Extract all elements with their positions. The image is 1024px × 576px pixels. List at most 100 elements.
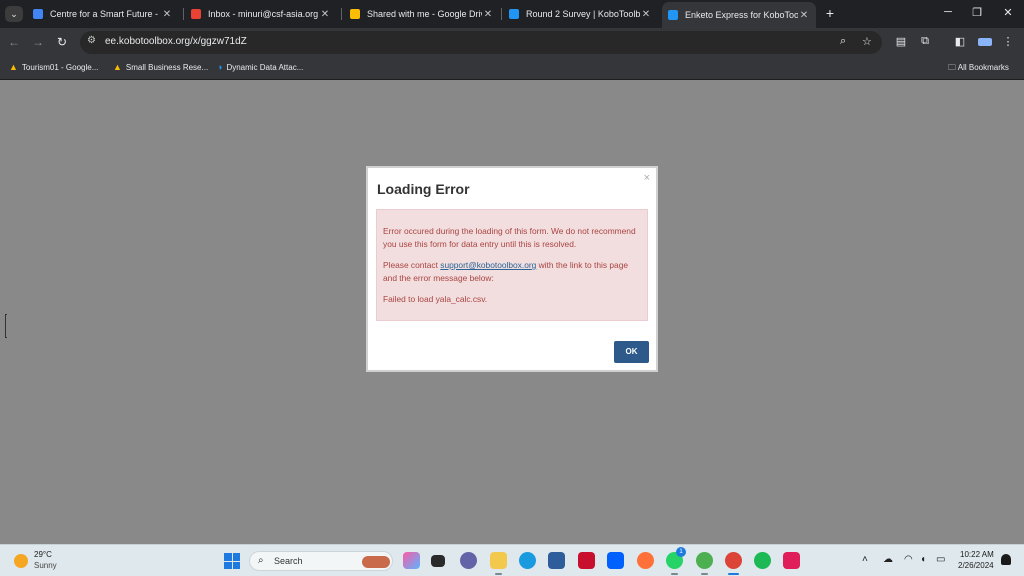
url-text[interactable]: ee.kobotoolbox.org/x/ggzw71dZ [105, 36, 247, 47]
battery-icon[interactable]: ▭ [936, 554, 945, 565]
chrome-icon[interactable] [725, 552, 742, 575]
edge-icon[interactable] [519, 552, 536, 569]
page-viewport: Loading Error × Error occured during the… [0, 80, 1024, 544]
loading-error-dialog: Loading Error × Error occured during the… [366, 166, 658, 372]
mcafee-icon[interactable] [578, 552, 595, 569]
menu-icon[interactable]: ⋮ [1000, 35, 1016, 48]
task-view-icon[interactable] [431, 555, 445, 567]
tab-enketo[interactable]: Enketo Express for KoboToolbo ✕ [662, 2, 816, 28]
contact-message: Please contact support@kobotoolbox.org w… [383, 259, 641, 285]
zoom-icon[interactable]: ⌕ [840, 35, 846, 48]
tab-title: Shared with me - Google Drive [367, 9, 482, 19]
close-icon[interactable]: ✕ [319, 9, 331, 20]
forward-button[interactable]: → [30, 35, 46, 49]
search-label: Search [274, 556, 303, 566]
tab-title: Round 2 Survey | KoboToolbox [526, 9, 640, 19]
bookmark-small-business[interactable]: ▲ Small Business Rese... [113, 62, 208, 72]
kobo-icon [668, 10, 678, 20]
google-drive-icon [350, 9, 360, 19]
weather-condition: Sunny [34, 561, 57, 570]
arrow-left-icon: ← [8, 35, 20, 49]
tab-strip: ⌄ Centre for a Smart Future - Cale ✕ Inb… [0, 0, 1024, 28]
error-message: Error occured during the loading of this… [383, 226, 636, 249]
store-icon[interactable] [548, 552, 565, 569]
contact-prefix: Please contact [383, 260, 441, 270]
all-bookmarks-button[interactable]: 🗀 All Bookmarks [948, 62, 1009, 76]
bookmark-tourism01[interactable]: ▲ Tourism01 - Google... [9, 62, 98, 72]
kobo-icon: ◑ [217, 62, 223, 72]
chevron-up-icon[interactable]: ˄ [862, 554, 868, 565]
back-button[interactable]: ← [6, 35, 22, 49]
close-icon[interactable]: ✕ [482, 9, 494, 20]
gmail-icon [191, 9, 201, 19]
tab-title: Enketo Express for KoboToolbo [685, 10, 798, 20]
search-highlight-image [362, 556, 390, 568]
dropbox-icon[interactable] [607, 552, 624, 569]
side-panel-icon[interactable]: ◧ [952, 35, 968, 48]
arrow-right-icon: → [32, 35, 44, 49]
bookmark-label: Dynamic Data Attac... [226, 62, 304, 72]
file-explorer-icon[interactable] [490, 552, 507, 575]
profile-avatar[interactable] [978, 38, 992, 46]
text-cursor [5, 314, 7, 338]
copilot-icon[interactable] [403, 552, 420, 569]
tab-search-button[interactable]: ⌄ [5, 6, 23, 22]
tab-title: Inbox - minuri@csf-asia.org - C [208, 9, 319, 19]
address-bar[interactable]: ⚙ ee.kobotoolbox.org/x/ggzw71dZ ⌕ ☆ [80, 31, 882, 54]
tab-calendar[interactable]: Centre for a Smart Future - Cale ✕ [27, 4, 179, 24]
close-icon[interactable]: ✕ [161, 9, 173, 20]
close-icon[interactable]: ✕ [640, 9, 652, 20]
tab-inbox[interactable]: Inbox - minuri@csf-asia.org - C ✕ [185, 4, 337, 24]
bookmark-label: Small Business Rese... [125, 62, 209, 72]
notification-badge: 1 [676, 547, 686, 557]
tab-drive[interactable]: Shared with me - Google Drive ✕ [344, 4, 500, 24]
wifi-icon[interactable]: ◠ [904, 554, 913, 565]
reload-button[interactable]: ↻ [54, 35, 70, 49]
error-detail: Failed to load yala_calc.csv. [383, 294, 488, 304]
weather-temp: 29°C [34, 550, 52, 559]
teams-icon[interactable] [460, 552, 477, 569]
chrome-profile-icon[interactable] [696, 552, 713, 575]
extensions-icon[interactable]: ⧉ [917, 35, 933, 48]
search-icon: ⌕ [258, 555, 264, 566]
notification-bell-icon[interactable] [1001, 554, 1011, 565]
calendar-icon [33, 9, 43, 19]
support-email-link[interactable]: support@kobotoolbox.org [440, 260, 536, 270]
google-drive-icon: ▲ [113, 62, 122, 72]
clock-date: 2/26/2024 [958, 561, 994, 570]
reload-icon: ↻ [56, 35, 68, 49]
windows-taskbar: 29°C Sunny ⌕ Search 1 ˄ ☁ ◠ ◖ ▭ 10:22 AM… [0, 544, 1024, 576]
firefox-icon[interactable] [637, 552, 654, 569]
clock-time: 10:22 AM [960, 550, 994, 559]
bookmarks-bar: ▲ Tourism01 - Google... ▲ Small Business… [0, 57, 1024, 80]
bookmark-label: Tourism01 - Google... [21, 62, 99, 72]
restore-button[interactable]: ❐ [967, 6, 987, 19]
close-icon[interactable]: ✕ [798, 10, 810, 21]
all-bookmarks-label: All Bookmarks [957, 63, 1009, 72]
new-tab-button[interactable]: + [822, 5, 838, 21]
volume-icon[interactable]: ◖ [920, 554, 926, 565]
taskbar-search[interactable]: ⌕ Search [249, 551, 393, 571]
reading-mode-icon[interactable]: ▤ [893, 35, 909, 48]
site-info-icon[interactable]: ⚙ [87, 35, 96, 46]
slack-icon[interactable] [783, 552, 800, 569]
dialog-close-button[interactable]: × [644, 172, 650, 184]
error-alert: Error occured during the loading of this… [376, 209, 648, 321]
tab-title: Centre for a Smart Future - Cale [50, 9, 161, 19]
bookmark-dynamic-data[interactable]: ◑ Dynamic Data Attac... [217, 62, 303, 72]
tab-round2-survey[interactable]: Round 2 Survey | KoboToolbox ✕ [503, 4, 658, 24]
spotify-icon[interactable] [754, 552, 771, 569]
window-close-button[interactable]: ✕ [998, 6, 1018, 19]
ok-button[interactable]: OK [614, 341, 649, 363]
kobo-icon [509, 9, 519, 19]
onedrive-icon[interactable]: ☁ [883, 554, 893, 565]
chevron-down-icon: ⌄ [10, 9, 18, 19]
minimize-button[interactable]: ─ [938, 6, 958, 18]
windows-start-icon[interactable] [224, 553, 240, 569]
google-drive-icon: ▲ [9, 62, 18, 72]
star-icon[interactable]: ☆ [862, 35, 872, 48]
whatsapp-icon[interactable]: 1 [666, 547, 686, 575]
browser-toolbar: ← → ↻ ⚙ ee.kobotoolbox.org/x/ggzw71dZ ⌕ … [0, 28, 1024, 57]
dialog-title: Loading Error [377, 181, 470, 197]
folder-icon: 🗀 [948, 63, 956, 72]
